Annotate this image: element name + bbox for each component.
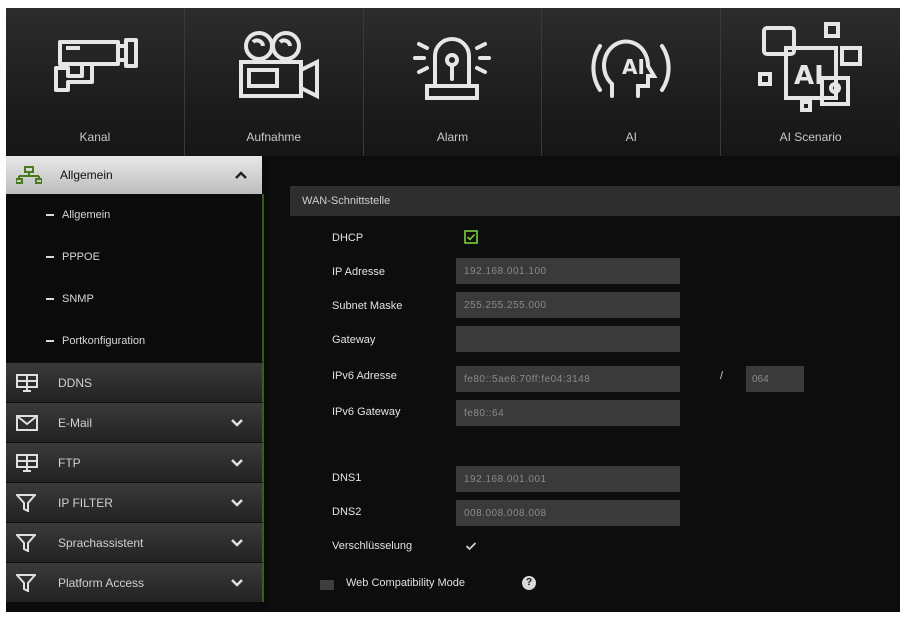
sidebar-subitem-snmp[interactable]: SNMP <box>6 278 262 320</box>
prefix-separator: / <box>720 370 724 382</box>
ipv6-prefix-input[interactable]: 064 <box>746 366 804 392</box>
chevron-down-icon[interactable] <box>230 537 244 549</box>
dns1-input[interactable]: 192.168.001.001 <box>456 466 680 492</box>
sidebar-subitems: Allgemein PPPOE SNMP Portkonfiguration <box>6 194 264 362</box>
sidebar-group-label: Allgemein <box>60 168 113 182</box>
nav-tile-ai-scenario[interactable]: AI AI Scenario <box>721 8 900 156</box>
chevron-up-icon[interactable] <box>234 168 248 182</box>
nav-label: AI <box>625 130 637 144</box>
sidebar-item-ddns[interactable]: DDNS <box>6 362 264 402</box>
chevron-down-icon[interactable] <box>230 577 244 589</box>
chevron-down-icon[interactable] <box>230 457 244 469</box>
sidebar-item-platform-access[interactable]: Platform Access <box>6 562 264 602</box>
ipv6-gateway-label: IPv6 Gateway <box>332 406 401 418</box>
sidebar-subitem-label: PPPOE <box>62 251 100 263</box>
ai-scenario-icon: AI <box>756 22 866 112</box>
encryption-checkbox[interactable] <box>464 539 478 553</box>
ddns-icon <box>16 373 46 393</box>
dns1-label: DNS1 <box>332 472 362 484</box>
nvr-settings-window: Kanal Aufnahme Alarm AI AI AI AI Scenari… <box>6 8 900 612</box>
help-icon[interactable]: ? <box>522 576 536 590</box>
nav-label: Kanal <box>79 130 111 144</box>
nav-tile-alarm[interactable]: Alarm <box>364 8 543 156</box>
ipv6-gateway-input[interactable]: fe80::64 <box>456 400 680 426</box>
top-navigation: Kanal Aufnahme Alarm AI AI AI AI Scenari… <box>6 8 900 156</box>
cctv-camera-icon <box>40 22 150 112</box>
dash-icon <box>46 298 54 300</box>
mail-icon <box>16 413 46 433</box>
section-header: WAN-Schnittstelle <box>290 186 900 216</box>
nav-tile-aufnahme[interactable]: Aufnahme <box>185 8 364 156</box>
web-compatibility-checkbox[interactable] <box>320 580 334 590</box>
sidebar-item-label: FTP <box>58 455 81 470</box>
ip-address-input[interactable]: 192.168.001.100 <box>456 258 680 284</box>
svg-text:AI: AI <box>622 55 645 79</box>
sidebar-item-label: IP FILTER <box>58 495 113 510</box>
sidebar-item-label: E-Mail <box>58 415 93 430</box>
network-icon <box>16 165 46 185</box>
svg-text:AI: AI <box>794 61 824 91</box>
chevron-down-icon[interactable] <box>230 417 244 429</box>
sidebar-subitem-pppoe[interactable]: PPPOE <box>6 236 262 278</box>
subnet-mask-label: Subnet Maske <box>332 300 403 312</box>
sidebar-group-allgemein[interactable]: Allgemein <box>6 156 262 194</box>
alarm-siren-icon <box>397 22 507 112</box>
dhcp-checkbox[interactable] <box>464 230 478 244</box>
gateway-label: Gateway <box>332 334 376 346</box>
sidebar-subitem-label: SNMP <box>62 293 94 305</box>
ai-head-icon: AI <box>576 22 686 112</box>
wan-settings-panel: WAN-Schnittstelle DHCP IP Adresse 192.16… <box>268 156 900 612</box>
dash-icon <box>46 256 54 258</box>
dns2-input[interactable]: 008.008.008.008 <box>456 500 680 526</box>
gateway-input[interactable] <box>456 326 680 352</box>
sidebar-item-ip-filter[interactable]: IP FILTER <box>6 482 264 522</box>
nav-tile-ai[interactable]: AI AI <box>542 8 722 156</box>
nav-label: Aufnahme <box>246 130 302 144</box>
web-compatibility-label: Web Compatibility Mode <box>346 577 466 589</box>
sidebar-item-label: Platform Access <box>58 575 145 590</box>
nav-label: AI Scenario <box>779 130 842 144</box>
encryption-label: Verschlüsselung <box>332 540 413 552</box>
sidebar-subitem-portkonfiguration[interactable]: Portkonfiguration <box>6 320 262 362</box>
dash-icon <box>46 214 54 216</box>
ftp-icon <box>16 453 46 473</box>
nav-label: Alarm <box>436 130 469 144</box>
video-camera-icon <box>219 22 329 112</box>
ip-address-label: IP Adresse <box>332 266 385 278</box>
filter-icon <box>16 533 46 553</box>
sidebar: Allgemein Allgemein PPPOE SNMP Portkonfi… <box>6 156 268 612</box>
dns2-label: DNS2 <box>332 506 362 518</box>
sidebar-item-ftp[interactable]: FTP <box>6 442 264 482</box>
sidebar-subitem-label: Allgemein <box>62 209 111 221</box>
subnet-mask-input[interactable]: 255.255.255.000 <box>456 292 680 318</box>
dhcp-label: DHCP <box>332 232 364 244</box>
ipv6-address-input[interactable]: fe80::5ae6:70ff:fe04:3148 <box>456 366 680 392</box>
nav-tile-kanal[interactable]: Kanal <box>6 8 185 156</box>
sidebar-item-label: DDNS <box>58 375 93 390</box>
sidebar-item-email[interactable]: E-Mail <box>6 402 264 442</box>
filter-icon <box>16 493 46 513</box>
sidebar-subitem-label: Portkonfiguration <box>62 335 146 347</box>
filter-icon <box>16 573 46 593</box>
chevron-down-icon[interactable] <box>230 497 244 509</box>
sidebar-subitem-allgemein[interactable]: Allgemein <box>6 194 262 236</box>
dash-icon <box>46 340 54 342</box>
sidebar-item-label: Sprachassistent <box>58 535 144 550</box>
sidebar-item-sprachassistent[interactable]: Sprachassistent <box>6 522 264 562</box>
ipv6-address-label: IPv6 Adresse <box>332 370 397 382</box>
